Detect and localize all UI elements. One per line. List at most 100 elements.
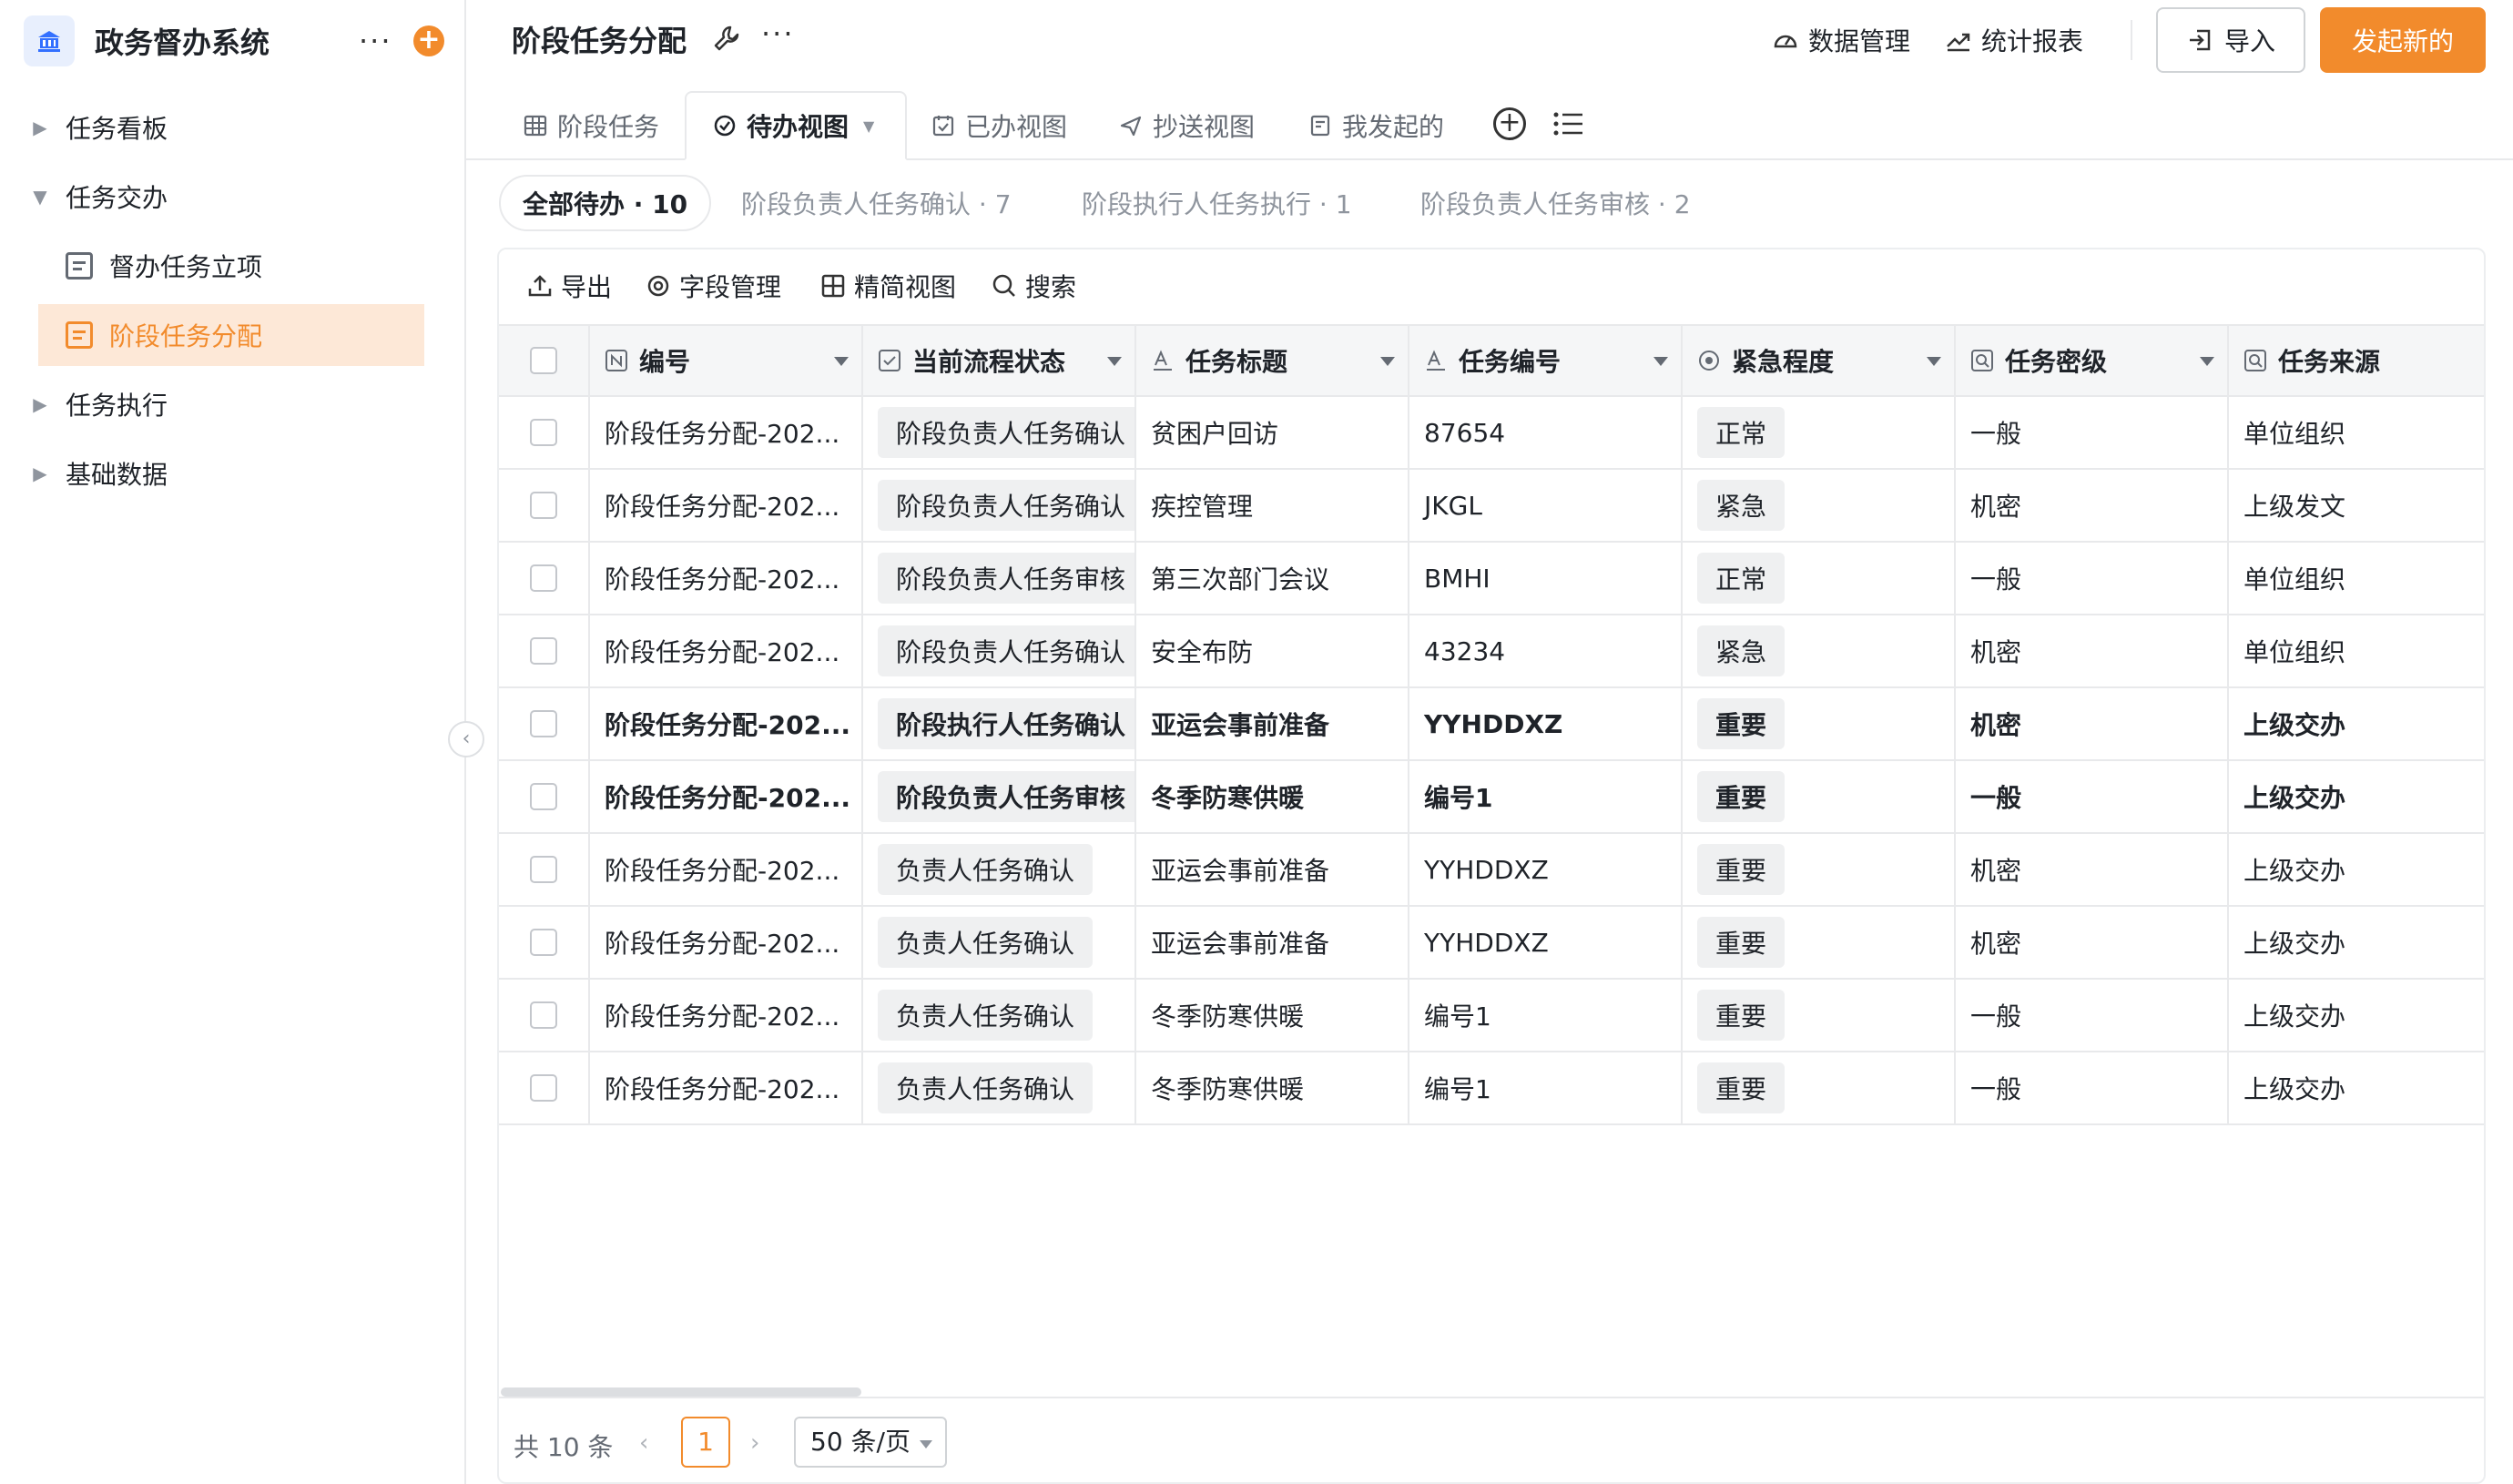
current-page-button[interactable]: 1	[681, 1417, 730, 1468]
col-header-source[interactable]: 任务来源	[2229, 326, 2484, 395]
secrecy-cell[interactable]: 机密	[1956, 688, 2229, 759]
task-title-cell[interactable]: 亚运会事前准备	[1136, 688, 1409, 759]
number-cell[interactable]: 阶段任务分配-202...	[590, 907, 863, 978]
table-row[interactable]: 阶段任务分配-202... 阶段执行人任务确认 亚运会事前准备 YYHDDXZ 重要 机密…	[499, 688, 2484, 761]
table-row[interactable]: 阶段任务分配-202... 阶段负责人任务审核 冬季防寒供暖 编号1 重要 一般 上级交办	[499, 761, 2484, 834]
row-select-cell[interactable]	[499, 543, 590, 614]
tab-stage-tasks[interactable]: 阶段任务	[523, 91, 659, 160]
task-code-cell[interactable]: 编号1	[1409, 1052, 1683, 1123]
number-cell[interactable]: 阶段任务分配-202...	[590, 397, 863, 468]
caret-down-icon[interactable]: ▼	[863, 117, 874, 135]
source-cell[interactable]: 单位组织	[2229, 543, 2484, 614]
col-header-urgency[interactable]: 紧急程度	[1683, 326, 1956, 395]
number-cell[interactable]: 阶段任务分配-202...	[590, 1052, 863, 1123]
task-code-cell[interactable]: YYHDDXZ	[1409, 688, 1683, 759]
table-row[interactable]: 阶段任务分配-202... 负责人任务确认 亚运会事前准备 YYHDDXZ 重要 机密 上级…	[499, 907, 2484, 980]
secrecy-cell[interactable]: 一般	[1956, 397, 2229, 468]
source-cell[interactable]: 上级交办	[2229, 907, 2484, 978]
urgency-cell[interactable]: 重要	[1683, 907, 1956, 978]
data-manage-link[interactable]: 数据管理	[1772, 22, 1910, 58]
urgency-cell[interactable]: 紧急	[1683, 615, 1956, 686]
source-cell[interactable]: 上级交办	[2229, 761, 2484, 832]
col-header-task-code[interactable]: 任务编号	[1409, 326, 1683, 395]
task-code-cell[interactable]: JKGL	[1409, 470, 1683, 541]
compact-view-button[interactable]: 精简视图	[819, 268, 956, 304]
caret-down-icon[interactable]	[1927, 357, 1941, 366]
page-size-select[interactable]: 50 条/页	[794, 1417, 947, 1468]
urgency-cell[interactable]: 重要	[1683, 688, 1956, 759]
table-row[interactable]: 阶段任务分配-202... 阶段负责人任务审核 第三次部门会议 BMHI 正常 一般 单位组…	[499, 543, 2484, 615]
task-code-cell[interactable]: 编号1	[1409, 761, 1683, 832]
table-row[interactable]: 阶段任务分配-202... 阶段负责人任务确认 贫困户回访 87654 正常 一般 单位组织	[499, 397, 2484, 470]
flow-status-cell[interactable]: 阶段负责人任务确认	[863, 397, 1136, 468]
row-checkbox[interactable]	[530, 929, 557, 956]
flow-status-cell[interactable]: 负责人任务确认	[863, 907, 1136, 978]
urgency-cell[interactable]: 正常	[1683, 397, 1956, 468]
tab-my-initiated[interactable]: 我发起的	[1307, 91, 1444, 160]
caret-down-icon[interactable]	[1107, 357, 1122, 366]
secrecy-cell[interactable]: 机密	[1956, 470, 2229, 541]
task-code-cell[interactable]: 编号1	[1409, 980, 1683, 1051]
flow-status-cell[interactable]: 负责人任务确认	[863, 980, 1136, 1051]
tab-done-view[interactable]: 已办视图	[931, 91, 1067, 160]
sidebar-item-base-data[interactable]: ▶ 基础数据	[27, 442, 168, 504]
source-cell[interactable]: 上级交办	[2229, 834, 2484, 905]
flow-status-cell[interactable]: 阶段执行人任务确认	[863, 688, 1136, 759]
table-row[interactable]: 阶段任务分配-202... 负责人任务确认 冬季防寒供暖 编号1 重要 一般 上级交办	[499, 980, 2484, 1052]
row-checkbox[interactable]	[530, 637, 557, 665]
flow-status-cell[interactable]: 负责人任务确认	[863, 1052, 1136, 1123]
task-code-cell[interactable]: 87654	[1409, 397, 1683, 468]
export-button[interactable]: 导出	[526, 268, 612, 304]
field-manage-button[interactable]: 字段管理	[645, 268, 781, 304]
source-cell[interactable]: 上级交办	[2229, 1052, 2484, 1123]
col-header-task-title[interactable]: 任务标题	[1136, 326, 1409, 395]
caret-down-icon[interactable]	[1653, 357, 1668, 366]
task-title-cell[interactable]: 冬季防寒供暖	[1136, 761, 1409, 832]
row-checkbox[interactable]	[530, 856, 557, 883]
row-select-cell[interactable]	[499, 761, 590, 832]
col-header-secrecy[interactable]: 任务密级	[1956, 326, 2229, 395]
tab-todo-view[interactable]: 待办视图 ▼	[685, 91, 907, 160]
add-icon[interactable]: +	[413, 25, 444, 56]
source-cell[interactable]: 单位组织	[2229, 397, 2484, 468]
table-row[interactable]: 阶段任务分配-202... 阶段负责人任务确认 安全布防 43234 紧急 机密 单位组织	[499, 615, 2484, 688]
secrecy-cell[interactable]: 机密	[1956, 907, 2229, 978]
row-checkbox[interactable]	[530, 783, 557, 810]
caret-down-icon[interactable]	[1380, 357, 1395, 366]
secrecy-cell[interactable]: 一般	[1956, 1052, 2229, 1123]
number-cell[interactable]: 阶段任务分配-202...	[590, 980, 863, 1051]
col-header-flow-status[interactable]: 当前流程状态	[863, 326, 1136, 395]
task-title-cell[interactable]: 冬季防寒供暖	[1136, 1052, 1409, 1123]
task-title-cell[interactable]: 第三次部门会议	[1136, 543, 1409, 614]
source-cell[interactable]: 单位组织	[2229, 615, 2484, 686]
table-row[interactable]: 阶段任务分配-202... 负责人任务确认 冬季防寒供暖 编号1 重要 一般 上级交办	[499, 1052, 2484, 1125]
task-code-cell[interactable]: YYHDDXZ	[1409, 907, 1683, 978]
row-checkbox[interactable]	[530, 419, 557, 446]
new-button[interactable]: 发起新的	[2320, 7, 2486, 73]
task-title-cell[interactable]: 疾控管理	[1136, 470, 1409, 541]
secrecy-cell[interactable]: 一般	[1956, 761, 2229, 832]
row-select-cell[interactable]	[499, 470, 590, 541]
secrecy-cell[interactable]: 机密	[1956, 615, 2229, 686]
filter-leader-review[interactable]: 阶段负责人任务审核 · 2	[1420, 175, 1691, 231]
select-all-checkbox[interactable]	[530, 347, 557, 374]
flow-status-cell[interactable]: 负责人任务确认	[863, 834, 1136, 905]
task-title-cell[interactable]: 亚运会事前准备	[1136, 834, 1409, 905]
flow-status-cell[interactable]: 阶段负责人任务确认	[863, 615, 1136, 686]
table-row[interactable]: 阶段任务分配-202... 阶段负责人任务确认 疾控管理 JKGL 紧急 机密 上级发文	[499, 470, 2484, 543]
row-select-cell[interactable]	[499, 397, 590, 468]
urgency-cell[interactable]: 重要	[1683, 980, 1956, 1051]
number-cell[interactable]: 阶段任务分配-202...	[590, 615, 863, 686]
task-title-cell[interactable]: 冬季防寒供暖	[1136, 980, 1409, 1051]
stats-report-link[interactable]: 统计报表	[1945, 22, 2083, 58]
filter-leader-confirm[interactable]: 阶段负责人任务确认 · 7	[741, 175, 1012, 231]
row-checkbox[interactable]	[530, 1001, 557, 1029]
more-icon[interactable]: ···	[359, 24, 392, 58]
more-icon[interactable]: ···	[761, 16, 795, 51]
row-checkbox[interactable]	[530, 564, 557, 592]
urgency-cell[interactable]: 重要	[1683, 761, 1956, 832]
flow-status-cell[interactable]: 阶段负责人任务审核	[863, 543, 1136, 614]
urgency-cell[interactable]: 重要	[1683, 834, 1956, 905]
flow-status-cell[interactable]: 阶段负责人任务确认	[863, 470, 1136, 541]
task-code-cell[interactable]: YYHDDXZ	[1409, 834, 1683, 905]
